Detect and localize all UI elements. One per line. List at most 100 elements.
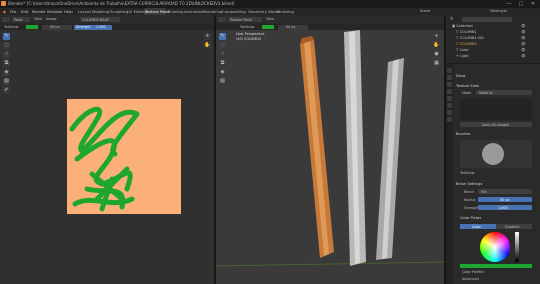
- tab-layout[interactable]: Layout: [78, 9, 91, 14]
- visibility-eye-icon[interactable]: 👁: [521, 24, 526, 28]
- grey-column-right[interactable]: [376, 58, 404, 260]
- grey-column-middle[interactable]: [344, 30, 366, 266]
- gradient-tab[interactable]: Gradient: [496, 224, 532, 229]
- outliner-item-column1[interactable]: ▽ COLUMN1: [456, 30, 477, 34]
- outliner-item-column1-001[interactable]: ▽ COLUMN1.001: [456, 36, 484, 40]
- tab-texture-paint[interactable]: Texture Paint: [145, 9, 170, 14]
- editor-type-icon[interactable]: [2, 17, 10, 22]
- menu-render[interactable]: Render: [32, 9, 46, 14]
- zoom-icon[interactable]: +: [204, 33, 211, 40]
- output-tab-icon[interactable]: [447, 82, 452, 87]
- tab-uv-editing[interactable]: UV Editing: [127, 9, 147, 14]
- outliner-item-label: Collection: [456, 24, 474, 28]
- texture-slots-header[interactable]: Texture Slots: [456, 84, 479, 88]
- visibility-eye-icon[interactable]: 👁: [521, 48, 526, 52]
- material-tab-icon[interactable]: [447, 117, 452, 122]
- window-title: Blender* [C:\Users\Itraco\OneDrive\Ambie…: [8, 1, 235, 6]
- radius-field[interactable]: 50 px: [42, 24, 72, 30]
- mode-value: Material: [479, 90, 493, 95]
- tab-shading[interactable]: Shading: [168, 9, 183, 14]
- blender-menu-icon[interactable]: ◆: [3, 9, 6, 14]
- outliner-item-cube[interactable]: ▽ Cube: [456, 48, 468, 52]
- advanced-header[interactable]: Advanced: [462, 277, 479, 281]
- texture-slot-list[interactable]: [460, 98, 532, 120]
- brush-settings-header[interactable]: Brush Settings: [456, 182, 482, 186]
- outliner-item-column3[interactable]: ▽ COLUMN3: [456, 42, 477, 46]
- clone-tool-icon[interactable]: ⧉: [3, 60, 10, 67]
- color-palette-header[interactable]: Color Palette: [462, 270, 484, 274]
- menu-help[interactable]: Help: [64, 9, 73, 14]
- image-name: COLUMN3 BASE: [82, 17, 109, 22]
- scene-tab-icon[interactable]: [447, 89, 452, 94]
- brush-datablock-name[interactable]: TexDraw: [460, 171, 474, 175]
- menu-image[interactable]: Image: [46, 17, 57, 21]
- brush-name[interactable]: TexDraw: [4, 25, 18, 29]
- soften-tool-icon[interactable]: ◌: [3, 42, 10, 49]
- menu-view[interactable]: View: [34, 17, 42, 21]
- world-tab-icon[interactable]: [447, 96, 452, 101]
- scene-selector[interactable]: Scene: [420, 9, 430, 13]
- menu-file[interactable]: File: [10, 9, 16, 14]
- minimize-button[interactable]: —: [503, 0, 515, 8]
- viewport-mode-dropdown[interactable]: Texture Paint: [228, 17, 262, 22]
- viewport-color-swatch[interactable]: [262, 25, 274, 29]
- radius-label: Radius: [464, 198, 476, 202]
- annotate-tool-icon[interactable]: ✐: [3, 87, 10, 94]
- viewport-editor-type-icon[interactable]: [218, 17, 226, 22]
- object-tab-icon[interactable]: [447, 103, 452, 108]
- tab-animation[interactable]: Animation: [184, 9, 203, 14]
- strength-label: Strength: [76, 25, 91, 29]
- tab-sculpting[interactable]: Sculpting: [110, 9, 128, 14]
- value-slider[interactable]: [515, 232, 519, 262]
- viewport-menu-view[interactable]: View: [266, 17, 274, 21]
- tool-tab-icon[interactable]: [447, 68, 452, 73]
- grid-floor-line: [216, 261, 444, 267]
- mode-dropdown[interactable]: Material: [476, 90, 532, 95]
- visibility-eye-icon[interactable]: 👁: [521, 30, 526, 34]
- close-button[interactable]: ✕: [527, 0, 539, 8]
- viewport-brush-name[interactable]: TexDraw: [240, 25, 254, 29]
- outliner-item-light[interactable]: ☀ Light: [456, 54, 469, 58]
- draw-tool-icon[interactable]: ✎: [3, 33, 10, 40]
- visibility-eye-icon[interactable]: 👁: [521, 54, 526, 58]
- radius-slider[interactable]: 50 px: [478, 197, 532, 202]
- image-selector[interactable]: COLUMN3 BASE: [80, 17, 120, 22]
- color-tab-label: Color: [472, 224, 481, 229]
- current-color-bar[interactable]: [460, 264, 532, 268]
- render-tab-icon[interactable]: [447, 75, 452, 80]
- tab-geometry-nodes[interactable]: Geometry Nodes: [248, 9, 280, 14]
- visibility-eye-icon[interactable]: 👁: [521, 42, 526, 46]
- maximize-button[interactable]: □: [515, 0, 527, 8]
- color-picker-header[interactable]: Color Picker: [460, 216, 481, 220]
- wood-column[interactable]: [300, 36, 334, 258]
- save-all-images-button[interactable]: Save All Images: [460, 122, 532, 127]
- visibility-eye-icon[interactable]: 👁: [521, 36, 526, 40]
- outliner-item-collection[interactable]: ▣ Collection: [452, 24, 473, 28]
- active-color-swatch[interactable]: [26, 25, 38, 29]
- outliner-header-icon[interactable]: ☰: [450, 17, 453, 21]
- menu-edit[interactable]: Edit: [21, 9, 28, 14]
- tab-modeling[interactable]: Modeling: [92, 9, 109, 14]
- tab-rendering[interactable]: Rendering: [203, 9, 222, 14]
- blend-dropdown[interactable]: Mix: [478, 189, 532, 194]
- outliner-search-input[interactable]: [462, 17, 512, 22]
- brushes-header[interactable]: Brushes: [456, 132, 470, 136]
- mask-tool-icon[interactable]: ▧: [3, 78, 10, 85]
- strength-field[interactable]: Strength 1.000: [74, 24, 112, 30]
- texture-image[interactable]: [67, 99, 181, 214]
- menu-window[interactable]: Window: [47, 9, 62, 14]
- view-layer-selector[interactable]: ViewLayer: [490, 9, 508, 13]
- strength-slider[interactable]: 1.000: [478, 205, 532, 210]
- color-wheel[interactable]: [480, 232, 510, 262]
- tab-scripting[interactable]: Scripting: [277, 9, 294, 14]
- modifier-tab-icon[interactable]: [447, 110, 452, 115]
- tab-compositing[interactable]: Compositing: [222, 9, 246, 14]
- smear-tool-icon[interactable]: ☝: [3, 51, 10, 58]
- fill-tool-icon[interactable]: ◈: [3, 69, 10, 76]
- pan-hand-icon[interactable]: ✋: [204, 42, 211, 49]
- viewport-radius-field[interactable]: 50 px: [278, 24, 308, 30]
- brush-preview[interactable]: [460, 140, 532, 168]
- color-tab[interactable]: Color: [460, 224, 496, 229]
- image-mode-dropdown[interactable]: Paint: [12, 17, 30, 22]
- mode-label: Mode: [462, 91, 472, 95]
